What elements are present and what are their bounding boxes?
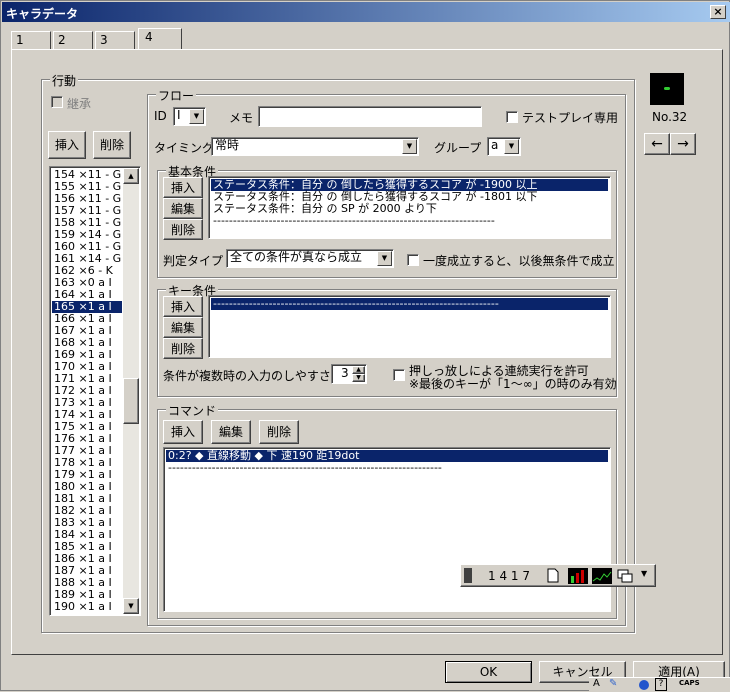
- id-label: ID: [154, 109, 167, 123]
- basic-insert-button[interactable]: 挿入: [163, 177, 203, 198]
- scroll-down-button[interactable]: ▼: [123, 598, 139, 614]
- window-icon[interactable]: [617, 569, 633, 583]
- scroll-thumb[interactable]: [123, 378, 139, 424]
- flow-group-label: フロー: [156, 87, 197, 104]
- tab-4-label: 4: [145, 30, 153, 44]
- basic-conditions-list[interactable]: ステータス条件：自分 の 倒したら獲得するスコア が -1900 以上 ステータス…: [208, 176, 611, 239]
- help-icon[interactable]: ?: [655, 678, 667, 691]
- chevron-down-icon: ▼: [504, 139, 519, 154]
- behavior-insert-button[interactable]: 挿入: [48, 131, 86, 159]
- tab-2[interactable]: 2: [53, 31, 93, 49]
- ok-button[interactable]: OK: [445, 661, 532, 683]
- tab-2-label: 2: [58, 33, 66, 47]
- command-edit-button[interactable]: 編集: [211, 420, 251, 444]
- key-edit-button[interactable]: 編集: [163, 317, 203, 338]
- window-title: キャラデータ: [6, 7, 79, 21]
- monitor-icon[interactable]: [592, 568, 612, 584]
- id-select[interactable]: I ▼: [173, 107, 206, 126]
- timing-value: 常時: [215, 138, 240, 152]
- timing-select[interactable]: 常時 ▼: [211, 137, 419, 156]
- group-select[interactable]: a ▼: [487, 137, 521, 156]
- list-item[interactable]: 190 ×1 a I: [52, 601, 122, 613]
- testplay-label: テストプレイ専用: [522, 111, 619, 125]
- tab-4[interactable]: 4: [138, 28, 182, 50]
- testplay-checkbox[interactable]: [506, 111, 518, 123]
- basic-delete-button[interactable]: 削除: [163, 219, 203, 240]
- character-preview: [650, 73, 684, 105]
- behavior-scrollbar[interactable]: ▲ ▼: [123, 168, 139, 614]
- globe-icon[interactable]: [639, 680, 649, 690]
- chart-icon[interactable]: [568, 568, 588, 584]
- behavior-list[interactable]: 154 ×11 - G 155 ×11 - G 156 ×11 - G 157 ×11…: [49, 166, 141, 616]
- chevron-down-icon: ▼: [189, 109, 204, 124]
- chevron-down-icon: ▼: [402, 139, 417, 154]
- memo-label: メモ: [229, 111, 254, 125]
- sprite-icon: [664, 87, 670, 90]
- toolbar-grip[interactable]: [464, 568, 472, 583]
- timing-label: タイミング: [154, 141, 215, 155]
- hold-checkbox[interactable]: [393, 369, 405, 381]
- language-bar: A ✎ ? CAPS: [589, 677, 730, 692]
- tab-1-label: 1: [16, 33, 24, 47]
- list-item[interactable]: ----------------------------------------…: [166, 462, 608, 474]
- id-value: I: [177, 108, 181, 122]
- command-insert-button[interactable]: 挿入: [163, 420, 203, 444]
- ease-spinner[interactable]: 3 ▲ ▼: [331, 364, 367, 384]
- basic-edit-button[interactable]: 編集: [163, 198, 203, 219]
- ease-value: 3: [341, 366, 349, 380]
- command-list[interactable]: 0:2? ◆ 直線移動 ◆ 下 速190 距19dot -------------…: [163, 447, 611, 612]
- caps-indicator: CAPS: [679, 679, 700, 687]
- once-checkbox[interactable]: [407, 254, 419, 266]
- judge-type-value: 全ての条件が真なら成立: [230, 250, 363, 264]
- hold-note: ※最後のキーが「1～∞」の時のみ有効: [409, 377, 617, 391]
- group-label: グループ: [434, 141, 482, 155]
- key-delete-button[interactable]: 削除: [163, 338, 203, 359]
- spin-up-icon[interactable]: ▲: [352, 366, 365, 374]
- key-conditions-list[interactable]: ----------------------------------------…: [208, 295, 611, 358]
- once-label: 一度成立すると、以後無条件で成立: [423, 254, 615, 268]
- floating-toolbar: 1 4 1 7 ▼: [460, 564, 656, 587]
- close-button[interactable]: ×: [710, 5, 726, 19]
- key-insert-button[interactable]: 挿入: [163, 296, 203, 317]
- memo-input[interactable]: [258, 106, 482, 127]
- inherit-label: 継承: [67, 97, 92, 111]
- inherit-checkbox[interactable]: [51, 96, 63, 108]
- toolbar-dropdown-icon[interactable]: ▼: [641, 569, 647, 578]
- judge-type-select[interactable]: 全ての条件が真なら成立 ▼: [226, 249, 394, 268]
- list-item-selected[interactable]: ----------------------------------------…: [211, 298, 608, 310]
- ime-icon[interactable]: A: [593, 678, 600, 689]
- command-delete-button[interactable]: 削除: [259, 420, 299, 444]
- judge-type-label: 判定タイプ: [163, 254, 224, 268]
- behavior-group-label: 行動: [50, 72, 79, 89]
- character-data-window: キャラデータ × 1 2 3 4 行動 継承 挿入 削除 154 ×11 - G…: [0, 0, 730, 692]
- tools-icon[interactable]: ✎: [609, 678, 617, 689]
- preview-number: No.32: [652, 110, 688, 124]
- chevron-down-icon: ▼: [377, 251, 392, 266]
- title-bar: キャラデータ ×: [2, 2, 730, 22]
- behavior-delete-button[interactable]: 削除: [93, 131, 131, 159]
- tab-3-label: 3: [100, 33, 108, 47]
- group-value: a: [491, 138, 499, 152]
- tab-1[interactable]: 1: [11, 31, 51, 49]
- scroll-up-button[interactable]: ▲: [123, 168, 139, 184]
- spin-down-icon[interactable]: ▼: [352, 374, 365, 382]
- page-icon[interactable]: [547, 568, 559, 583]
- toolbar-count: 1 4 1 7: [488, 569, 530, 583]
- prev-button[interactable]: ←: [644, 133, 670, 155]
- next-button[interactable]: →: [670, 133, 696, 155]
- tab-3[interactable]: 3: [95, 31, 135, 49]
- ease-label: 条件が複数時の入力のしやすさ: [163, 369, 331, 383]
- list-item[interactable]: ----------------------------------------…: [211, 215, 608, 227]
- command-group-label: コマンド: [166, 402, 219, 419]
